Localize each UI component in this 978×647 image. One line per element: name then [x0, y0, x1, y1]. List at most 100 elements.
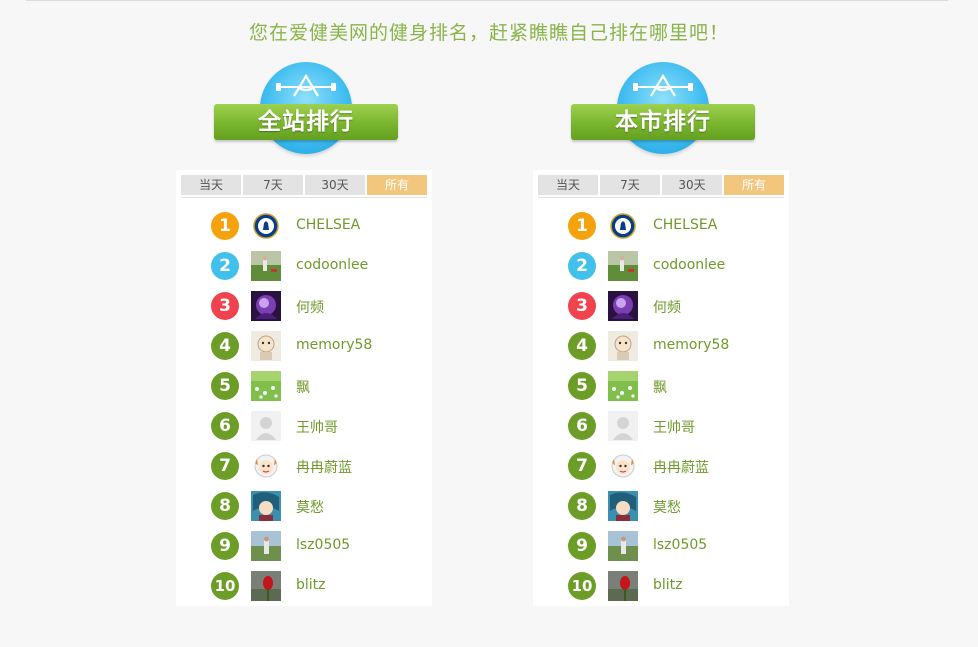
rank-number-badge: 4 [568, 332, 596, 360]
page-headline: 您在爱健美网的健身排名，赶紧瞧瞧自己排在哪里吧！ [248, 22, 729, 44]
rank-row: 6 王帅哥 [176, 406, 432, 446]
rank-row: 7 冉冉蔚蓝 [176, 446, 432, 486]
username-link[interactable]: 飘 [653, 377, 667, 397]
chelsea-crest-icon[interactable] [251, 211, 281, 241]
user-avatar[interactable] [608, 331, 638, 361]
username-link[interactable]: lsz0505 [296, 537, 350, 553]
user-avatar[interactable] [251, 251, 281, 281]
rank-row: 4 memory58 [533, 326, 789, 366]
city-ranking-card: 当天 7天 30天 所有 1 CHELSEA 2 codoonlee 3 何频 4 memor… [533, 170, 789, 606]
city-ranking-tabs: 当天 7天 30天 所有 [538, 175, 784, 198]
username-link[interactable]: CHELSEA [653, 217, 717, 233]
tab-today[interactable]: 当天 [181, 175, 241, 195]
rank-row: 10 blitz [176, 566, 432, 606]
rank-number-badge: 2 [211, 252, 239, 280]
site-ranking-tabs: 当天 7天 30天 所有 [181, 175, 427, 198]
top-divider [26, 0, 948, 1]
username-link[interactable]: memory58 [653, 337, 729, 353]
tab-30-days[interactable]: 30天 [305, 175, 365, 195]
username-link[interactable]: codoonlee [653, 257, 725, 273]
rank-row: 3 何频 [533, 286, 789, 326]
site-ranking-title: 全站排行 [214, 104, 398, 140]
username-link[interactable]: lsz0505 [653, 537, 707, 553]
user-avatar[interactable] [251, 451, 281, 481]
rank-row: 9 lsz0505 [533, 526, 789, 566]
username-link[interactable]: 王帅哥 [296, 417, 338, 437]
rank-number-badge: 5 [211, 372, 239, 400]
rank-number-badge: 6 [211, 412, 239, 440]
rank-row: 10 blitz [533, 566, 789, 606]
username-link[interactable]: blitz [653, 577, 683, 593]
tab-30-days[interactable]: 30天 [662, 175, 722, 195]
rank-row: 6 王帅哥 [533, 406, 789, 446]
rank-row: 8 莫愁 [176, 486, 432, 526]
rank-row: 5飘 [533, 366, 789, 406]
user-avatar[interactable] [608, 251, 638, 281]
username-link[interactable]: memory58 [296, 337, 372, 353]
rank-number-badge: 7 [211, 452, 239, 480]
username-link[interactable]: 王帅哥 [653, 417, 695, 437]
rank-row: 5飘 [176, 366, 432, 406]
user-avatar[interactable] [608, 291, 638, 321]
user-avatar[interactable] [608, 491, 638, 521]
tab-7-days[interactable]: 7天 [600, 175, 660, 195]
username-link[interactable]: 冉冉蔚蓝 [296, 457, 352, 477]
chelsea-crest-icon[interactable] [608, 211, 638, 241]
tab-all[interactable]: 所有 [367, 175, 427, 195]
username-link[interactable]: 何频 [653, 297, 681, 317]
rank-number-badge: 10 [211, 572, 239, 600]
username-link[interactable]: codoonlee [296, 257, 368, 273]
rank-row: 3 何频 [176, 286, 432, 326]
user-avatar[interactable] [251, 571, 281, 601]
default-user-icon[interactable] [608, 411, 638, 441]
dumbbell-logo-icon [276, 73, 336, 97]
tab-7-days[interactable]: 7天 [243, 175, 303, 195]
user-avatar[interactable] [251, 531, 281, 561]
rank-number-badge: 3 [211, 292, 239, 320]
rank-row: 4 memory58 [176, 326, 432, 366]
user-avatar[interactable] [608, 531, 638, 561]
dumbbell-logo-icon [633, 73, 693, 97]
rank-number-badge: 4 [211, 332, 239, 360]
rank-row: 2 codoonlee [176, 246, 432, 286]
rank-row: 9 lsz0505 [176, 526, 432, 566]
user-avatar[interactable] [251, 291, 281, 321]
rank-number-badge: 9 [211, 532, 239, 560]
username-link[interactable]: 何频 [296, 297, 324, 317]
rank-number-badge: 10 [568, 572, 596, 600]
rank-row: 2 codoonlee [533, 246, 789, 286]
rank-row: 1 CHELSEA [533, 206, 789, 246]
rank-number-badge: 8 [568, 492, 596, 520]
site-ranking-card: 当天 7天 30天 所有 1 CHELSEA 2 codoonlee 3 何频 4 memor… [176, 170, 432, 606]
rank-number-badge: 7 [568, 452, 596, 480]
username-link[interactable]: 冉冉蔚蓝 [653, 457, 709, 477]
rank-number-badge: 1 [211, 212, 239, 240]
city-rank-list: 1 CHELSEA 2 codoonlee 3 何频 4 memory58 5 飘 6 王帅哥 7 冉冉蔚… [533, 206, 789, 606]
username-link[interactable]: CHELSEA [296, 217, 360, 233]
city-ranking-emblem: 本市排行 [533, 60, 793, 156]
rank-number-badge: 2 [568, 252, 596, 280]
default-user-icon[interactable] [251, 411, 281, 441]
username-link[interactable]: blitz [296, 577, 326, 593]
user-avatar[interactable] [251, 331, 281, 361]
user-avatar[interactable] [251, 491, 281, 521]
user-avatar[interactable] [608, 571, 638, 601]
user-avatar[interactable] [251, 371, 281, 401]
site-ranking-emblem: 全站排行 [176, 60, 436, 156]
user-avatar[interactable] [608, 371, 638, 401]
rank-number-badge: 6 [568, 412, 596, 440]
username-link[interactable]: 莫愁 [653, 497, 681, 517]
rank-number-badge: 3 [568, 292, 596, 320]
rank-number-badge: 5 [568, 372, 596, 400]
tab-all[interactable]: 所有 [724, 175, 784, 195]
username-link[interactable]: 飘 [296, 377, 310, 397]
tab-today[interactable]: 当天 [538, 175, 598, 195]
rank-number-badge: 1 [568, 212, 596, 240]
user-avatar[interactable] [608, 451, 638, 481]
username-link[interactable]: 莫愁 [296, 497, 324, 517]
rank-row: 1 CHELSEA [176, 206, 432, 246]
city-ranking-title: 本市排行 [571, 104, 755, 140]
rank-number-badge: 8 [211, 492, 239, 520]
rank-number-badge: 9 [568, 532, 596, 560]
site-rank-list: 1 CHELSEA 2 codoonlee 3 何频 4 memory58 5 飘 6 王帅哥 7 冉冉蔚… [176, 206, 432, 606]
